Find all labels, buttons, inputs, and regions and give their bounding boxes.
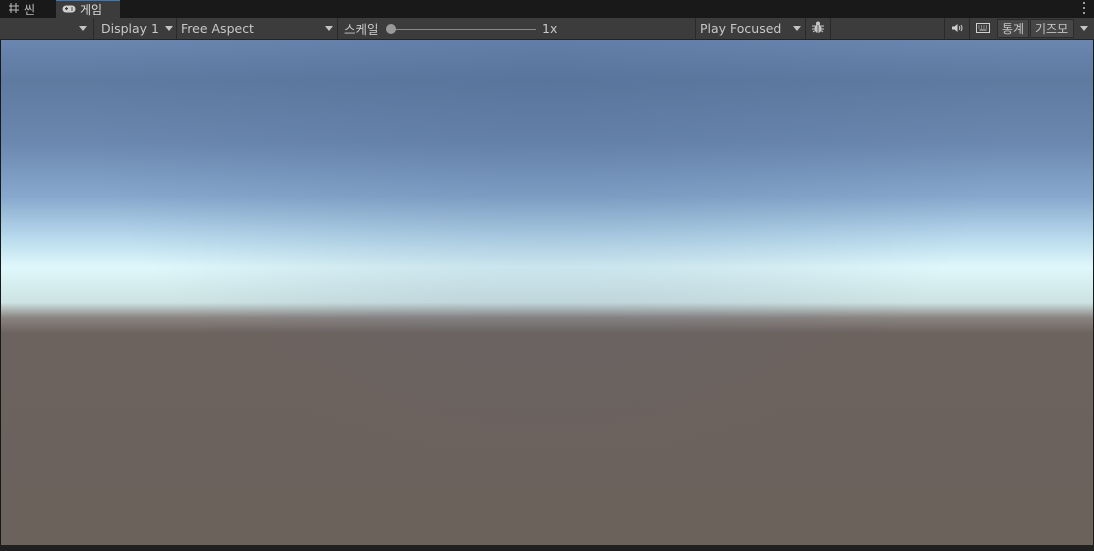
game-toolbar: Display 1 Free Aspect 스케일 1x Play Focuse…	[0, 18, 1094, 40]
scale-slider-thumb[interactable]	[386, 24, 396, 34]
stats-button[interactable]: 통계	[997, 19, 1029, 38]
game-viewport[interactable]	[1, 40, 1093, 545]
debug-toggle[interactable]	[806, 18, 831, 39]
aspect-dropdown[interactable]: Free Aspect	[177, 18, 338, 39]
chevron-down-icon	[79, 26, 87, 31]
keyboard-icon	[976, 21, 990, 36]
stats-label: 통계	[1001, 22, 1025, 36]
gamepad-icon	[62, 3, 76, 17]
scale-value-text: 1x	[542, 21, 558, 36]
scale-label: 스케일	[344, 22, 379, 37]
more-options-icon[interactable]	[1082, 2, 1086, 14]
display-dropdown[interactable]: Display 1	[94, 18, 177, 39]
mute-audio-toggle[interactable]	[944, 18, 969, 39]
play-mode-label: Play Focused	[700, 21, 782, 36]
tab-game-label: 게임	[80, 3, 103, 17]
gizmos-label: 기즈모	[1035, 22, 1069, 36]
chevron-down-icon	[1080, 26, 1088, 31]
chevron-down-icon	[793, 26, 801, 31]
scale-value: 1x	[542, 18, 582, 39]
bug-icon	[811, 20, 825, 37]
game-view-type-dropdown[interactable]	[0, 18, 94, 39]
tab-scene-label: 씬	[24, 2, 36, 17]
grid-icon	[8, 2, 20, 17]
play-mode-dropdown[interactable]: Play Focused	[695, 18, 806, 39]
tab-scene[interactable]: 씬	[8, 0, 52, 18]
chevron-down-icon	[325, 26, 333, 31]
bottom-border	[0, 545, 1094, 551]
display-label: Display 1	[101, 21, 160, 36]
chevron-down-icon	[165, 26, 173, 31]
aspect-label: Free Aspect	[181, 21, 254, 36]
speaker-icon	[951, 21, 964, 36]
gizmos-button[interactable]: 기즈모	[1030, 19, 1074, 38]
keyboard-shortcuts-toggle[interactable]	[969, 18, 996, 39]
tab-bar: 씬 게임	[0, 0, 1094, 18]
scale-slider[interactable]	[391, 29, 536, 30]
tab-game[interactable]: 게임	[56, 0, 120, 18]
gizmos-dropdown[interactable]	[1074, 18, 1094, 39]
